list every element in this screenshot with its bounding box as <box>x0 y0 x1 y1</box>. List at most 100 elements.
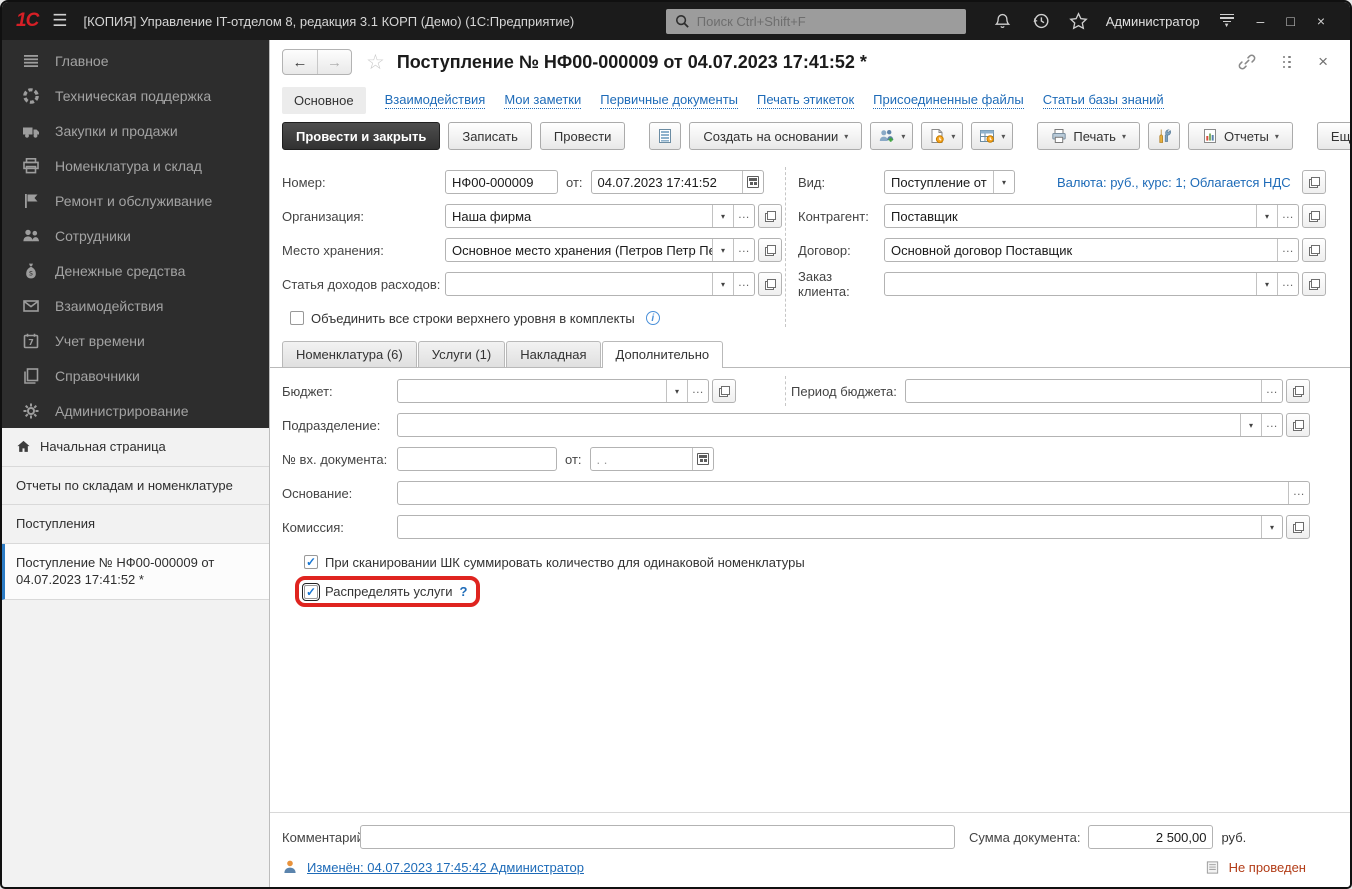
checkbox-checked-icon[interactable] <box>304 555 318 569</box>
combine-rows-checkbox[interactable]: Объединить все строки верхнего уровня в … <box>290 311 660 326</box>
dropdown-button[interactable]: ▾ <box>1256 205 1277 227</box>
assign-responsible-button[interactable]: ▾ <box>870 122 913 150</box>
post-button[interactable]: Провести <box>540 122 626 150</box>
calendar-picker-icon[interactable] <box>692 448 713 470</box>
sidebar-item-timesheet[interactable]: 7 Учет времени <box>2 323 269 358</box>
commission-field[interactable]: ▾ <box>397 515 1283 539</box>
forward-button[interactable]: → <box>317 50 351 74</box>
checkbox-checked-icon[interactable] <box>304 585 318 599</box>
department-field[interactable]: ▾ ... <box>397 413 1283 437</box>
info-icon[interactable]: i <box>646 311 660 325</box>
reports-button[interactable]: Отчеты▾ <box>1188 122 1293 150</box>
open-storage-button[interactable] <box>758 238 782 262</box>
maximize-icon[interactable]: □ <box>1286 13 1294 29</box>
history-icon[interactable] <box>1031 11 1051 31</box>
basis-field[interactable]: ... <box>397 481 1310 505</box>
choose-button[interactable]: ... <box>1277 205 1298 227</box>
sidebar-item-support[interactable]: Техническая поддержка <box>2 78 269 113</box>
favorites-star-icon[interactable] <box>1069 11 1089 31</box>
open-budget-button[interactable] <box>712 379 736 403</box>
contract-field[interactable]: Основной договор Поставщик ... <box>884 238 1299 262</box>
page-item-warehouse-reports[interactable]: Отчеты по складам и номенклатуре <box>2 467 269 506</box>
comment-field[interactable] <box>360 825 955 849</box>
sidebar-item-administration[interactable]: Администрирование <box>2 393 269 428</box>
dropdown-button[interactable]: ▾ <box>1261 516 1282 538</box>
post-and-close-button[interactable]: Провести и закрыть <box>282 122 440 150</box>
window-close-icon[interactable]: × <box>1317 13 1325 29</box>
tab-my-notes[interactable]: Мои заметки <box>504 92 581 109</box>
tab-additional[interactable]: Дополнительно <box>602 341 724 368</box>
contractor-field[interactable]: Поставщик ▾ ... <box>884 204 1299 228</box>
sidebar-item-main[interactable]: Главное <box>2 43 269 78</box>
more-actions-icon[interactable] <box>1283 56 1292 69</box>
choose-button[interactable]: ... <box>1277 273 1298 295</box>
tab-main[interactable]: Основное <box>282 87 366 114</box>
choose-button[interactable]: ... <box>1288 482 1309 504</box>
open-organization-button[interactable] <box>758 204 782 228</box>
minimize-icon[interactable]: – <box>1257 13 1265 29</box>
tab-knowledge-base[interactable]: Статьи базы знаний <box>1043 92 1164 109</box>
tab-nomenclature[interactable]: Номенклатура (6) <box>282 341 417 367</box>
tab-interactions[interactable]: Взаимодействия <box>385 92 486 109</box>
distribute-services-checkbox[interactable]: Распределять услуги ? <box>295 576 480 607</box>
search-input[interactable] <box>697 14 959 29</box>
open-contract-button[interactable] <box>1302 238 1326 262</box>
sidebar-item-purchases[interactable]: Закупки и продажи <box>2 113 269 148</box>
help-icon[interactable]: ? <box>459 584 467 599</box>
income-expense-item-field[interactable]: ▾ ... <box>445 272 755 296</box>
open-income-expense-button[interactable] <box>758 272 782 296</box>
document-structure-button[interactable] <box>649 122 681 150</box>
choose-button[interactable]: ... <box>1261 380 1282 402</box>
close-form-icon[interactable]: × <box>1318 55 1328 69</box>
tab-services[interactable]: Услуги (1) <box>418 341 505 367</box>
schedule-button[interactable]: ▾ <box>971 122 1013 150</box>
open-client-order-button[interactable] <box>1302 272 1326 296</box>
incoming-doc-date-field[interactable]: . . <box>590 447 714 471</box>
save-button[interactable]: Записать <box>448 122 532 150</box>
add-favorite-star-icon[interactable]: ☆ <box>366 50 385 75</box>
sidebar-item-repair[interactable]: Ремонт и обслуживание <box>2 183 269 218</box>
choose-button[interactable]: ... <box>687 380 708 402</box>
kind-field[interactable]: Поступление от ▾ <box>884 170 1015 194</box>
more-button[interactable]: Еще▾ <box>1317 122 1352 150</box>
dropdown-button[interactable]: ▾ <box>712 239 733 261</box>
open-currency-button[interactable] <box>1302 170 1326 194</box>
user-settings-icon[interactable]: ▼ <box>1217 11 1237 31</box>
calendar-picker-icon[interactable] <box>742 171 763 193</box>
create-based-on-button[interactable]: Создать на основании▾ <box>689 122 862 150</box>
dropdown-button[interactable]: ▾ <box>993 171 1014 193</box>
current-user[interactable]: Администратор <box>1106 14 1200 29</box>
main-menu-icon[interactable]: ☰ <box>52 11 67 31</box>
checkbox-unchecked-icon[interactable] <box>290 311 304 325</box>
dropdown-button[interactable]: ▾ <box>1240 414 1261 436</box>
open-department-button[interactable] <box>1286 413 1310 437</box>
choose-button[interactable]: ... <box>1261 414 1282 436</box>
tab-attached-files[interactable]: Присоединенные файлы <box>873 92 1024 109</box>
tab-print-labels[interactable]: Печать этикеток <box>757 92 854 109</box>
page-item-receipt-document[interactable]: Поступление № НФ00-000009 от 04.07.2023 … <box>2 544 269 600</box>
dropdown-button[interactable]: ▾ <box>712 205 733 227</box>
page-item-home[interactable]: Начальная страница <box>2 428 269 467</box>
scan-barcode-sum-checkbox[interactable]: При сканировании ШК суммировать количест… <box>304 555 805 570</box>
service-tools-button[interactable] <box>1148 122 1180 150</box>
modified-info-link[interactable]: Изменён: 04.07.2023 17:45:42 Администрат… <box>307 860 584 875</box>
sidebar-item-employees[interactable]: Сотрудники <box>2 218 269 253</box>
open-budget-period-button[interactable] <box>1286 379 1310 403</box>
client-order-field[interactable]: ▾ ... <box>884 272 1299 296</box>
dropdown-button[interactable]: ▾ <box>666 380 687 402</box>
budget-field[interactable]: ▾ ... <box>397 379 709 403</box>
organization-field[interactable]: Наша фирма ▾ ... <box>445 204 755 228</box>
dropdown-button[interactable]: ▾ <box>1256 273 1277 295</box>
open-commission-button[interactable] <box>1286 515 1310 539</box>
get-link-icon[interactable] <box>1238 53 1256 71</box>
choose-button[interactable]: ... <box>733 205 754 227</box>
back-button[interactable]: ← <box>283 50 317 74</box>
currency-settings-link[interactable]: Валюта: руб., курс: 1; Облагается НДС <box>1057 175 1291 190</box>
choose-button[interactable]: ... <box>733 273 754 295</box>
budget-period-field[interactable]: ... <box>905 379 1283 403</box>
number-field[interactable]: НФ00-000009 <box>445 170 558 194</box>
choose-button[interactable]: ... <box>733 239 754 261</box>
global-search[interactable] <box>666 9 966 34</box>
dropdown-button[interactable]: ▾ <box>712 273 733 295</box>
sidebar-item-nomenclature[interactable]: Номенклатура и склад <box>2 148 269 183</box>
